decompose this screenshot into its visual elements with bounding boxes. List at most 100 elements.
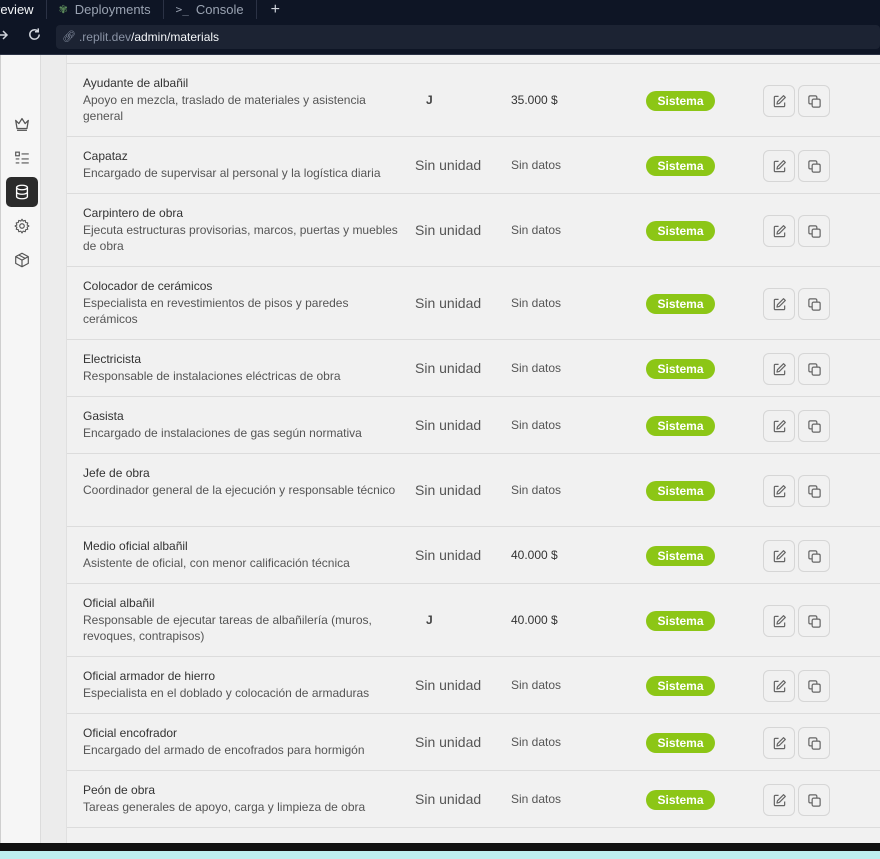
url-path: /admin/materials [131, 29, 220, 44]
status-badge: Sistema [646, 733, 715, 753]
forward-button[interactable] [0, 28, 10, 45]
material-description: Especialista en revestimientos de pisos … [83, 296, 349, 326]
table-row: Ayudante de albañil Apoyo en mezcla, tras… [67, 64, 880, 137]
price-cell: Sin datos [511, 678, 562, 692]
edit-button[interactable] [763, 288, 795, 320]
table-row: Oficial encofrador Encargado del armado d… [67, 714, 880, 771]
reload-icon [28, 28, 40, 40]
edit-button[interactable] [763, 605, 795, 637]
price-cell: 40.000 $ [511, 548, 558, 562]
duplicate-button[interactable] [798, 410, 830, 442]
material-name: Jefe de obra [83, 466, 150, 480]
tab-label: Deployments [74, 2, 151, 17]
status-badge: Sistema [646, 611, 715, 631]
material-description: Responsable de instalaciones eléctricas … [83, 369, 341, 383]
unit-cell: Sin unidad [415, 547, 482, 563]
edit-icon [773, 679, 786, 692]
edit-button[interactable] [763, 85, 795, 117]
copy-icon [807, 793, 821, 807]
duplicate-button[interactable] [798, 670, 830, 702]
edit-icon [773, 224, 786, 237]
edit-button[interactable] [763, 410, 795, 442]
tab-deployments[interactable]: ✾ Deployments [47, 0, 164, 19]
edit-button[interactable] [763, 353, 795, 385]
copy-icon [807, 736, 821, 750]
material-description: Ejecuta estructuras provisorias, marcos,… [83, 223, 398, 253]
sidebar-item-materials[interactable] [6, 177, 38, 207]
material-name: Oficial encofrador [83, 726, 178, 740]
table-row: Oficial albañil Responsable de ejecutar t… [67, 584, 880, 657]
edit-button[interactable] [763, 670, 795, 702]
material-name: Electricista [83, 352, 142, 366]
copy-icon [807, 419, 821, 433]
price-cell: 35.000 $ [511, 93, 558, 107]
edit-button[interactable] [763, 215, 795, 247]
sidebar-item-tasks[interactable] [6, 143, 38, 173]
edit-button[interactable] [763, 540, 795, 572]
duplicate-button[interactable] [798, 288, 830, 320]
copy-icon [807, 159, 821, 173]
tab-label: Console [195, 2, 244, 17]
material-name: Peón de obra [83, 783, 156, 797]
price-cell: Sin datos [511, 483, 562, 497]
list-icon [15, 151, 29, 164]
material-description: Coordinador general de la ejecución y re… [83, 483, 396, 497]
price-cell: Sin datos [511, 158, 562, 172]
material-name: Gasista [83, 409, 124, 423]
edit-button[interactable] [763, 150, 795, 182]
edit-icon [773, 614, 786, 627]
copy-icon [807, 297, 821, 311]
duplicate-button[interactable] [798, 353, 830, 385]
material-description: Especialista en el doblado y colocación … [83, 686, 370, 700]
duplicate-button[interactable] [798, 727, 830, 759]
reload-button[interactable] [24, 27, 44, 46]
sidebar-item-products[interactable] [6, 245, 38, 275]
duplicate-button[interactable] [798, 605, 830, 637]
duplicate-button[interactable] [798, 540, 830, 572]
unit-cell: Sin unidad [415, 222, 482, 238]
material-description: Asistente de oficial, con menor califica… [83, 556, 350, 570]
copy-icon [807, 362, 821, 376]
edit-icon [773, 94, 786, 107]
unit-cell: Sin unidad [415, 360, 482, 376]
edit-icon [773, 549, 786, 562]
duplicate-button[interactable] [798, 475, 830, 507]
gear-icon [14, 218, 30, 234]
edit-button[interactable] [763, 727, 795, 759]
material-name: Oficial armador de hierro [83, 669, 216, 683]
status-badge: Sistema [646, 481, 715, 501]
duplicate-button[interactable] [798, 85, 830, 117]
edit-icon [773, 419, 786, 432]
material-description: Encargado del armado de encofrados para … [83, 743, 365, 757]
duplicate-button[interactable] [798, 215, 830, 247]
edit-icon [773, 793, 786, 806]
table-row: Capataz Encargado de supervisar al person… [67, 137, 880, 194]
sidebar-item-plans[interactable] [6, 109, 38, 139]
unit-cell: Sin unidad [415, 734, 482, 750]
edit-icon [773, 484, 786, 497]
edit-icon [773, 159, 786, 172]
tab-preview[interactable]: review [0, 0, 47, 19]
unit-cell: Sin unidad [415, 791, 482, 807]
unit-cell: Sin unidad [415, 295, 482, 311]
copy-icon [807, 94, 821, 108]
price-cell: Sin datos [511, 418, 562, 432]
sidebar-item-settings[interactable] [6, 211, 38, 241]
url-field[interactable]: 🔗︎ .replit.dev/admin/materials [56, 24, 880, 49]
crown-icon [15, 117, 29, 131]
edit-button[interactable] [763, 784, 795, 816]
duplicate-button[interactable] [798, 784, 830, 816]
material-name: Oficial albañil [83, 596, 155, 610]
tab-console[interactable]: >_ Console [164, 0, 257, 19]
new-tab-button[interactable]: + [257, 1, 294, 19]
link-icon: 🔗︎ [62, 31, 76, 43]
copy-icon [807, 484, 821, 498]
edit-icon [773, 362, 786, 375]
address-bar: 🔗︎ .replit.dev/admin/materials [0, 19, 880, 55]
duplicate-button[interactable] [798, 150, 830, 182]
status-badge: Sistema [646, 91, 715, 111]
table-row: Gasista Encargado de instalaciones de gas… [67, 397, 880, 454]
price-cell: 40.000 $ [511, 613, 558, 627]
edit-button[interactable] [763, 475, 795, 507]
material-description: Responsable de ejecutar tareas de albañi… [83, 613, 372, 643]
